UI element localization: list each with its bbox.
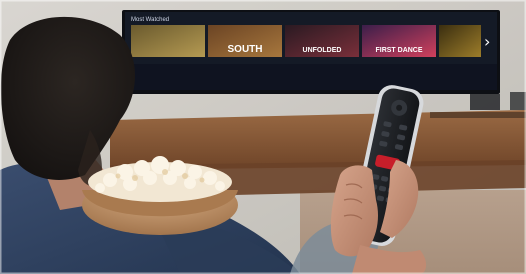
tv-tile-label: UNFOLDED (303, 47, 342, 54)
tv-row-title: Most Watched (131, 17, 169, 23)
tv-tile-1 (131, 25, 205, 57)
tv-tile-label: FIRST DANCE (375, 47, 422, 54)
tv-tile-5 (439, 25, 481, 57)
photo-scene: Most Watched SOUTH UNFOLDED FIRST DANCE › (0, 0, 526, 274)
tv-tile-label: SOUTH (228, 44, 263, 55)
chevron-right-icon: › (484, 32, 490, 51)
living-room-photo: Most Watched SOUTH UNFOLDED FIRST DANCE › (0, 0, 526, 274)
